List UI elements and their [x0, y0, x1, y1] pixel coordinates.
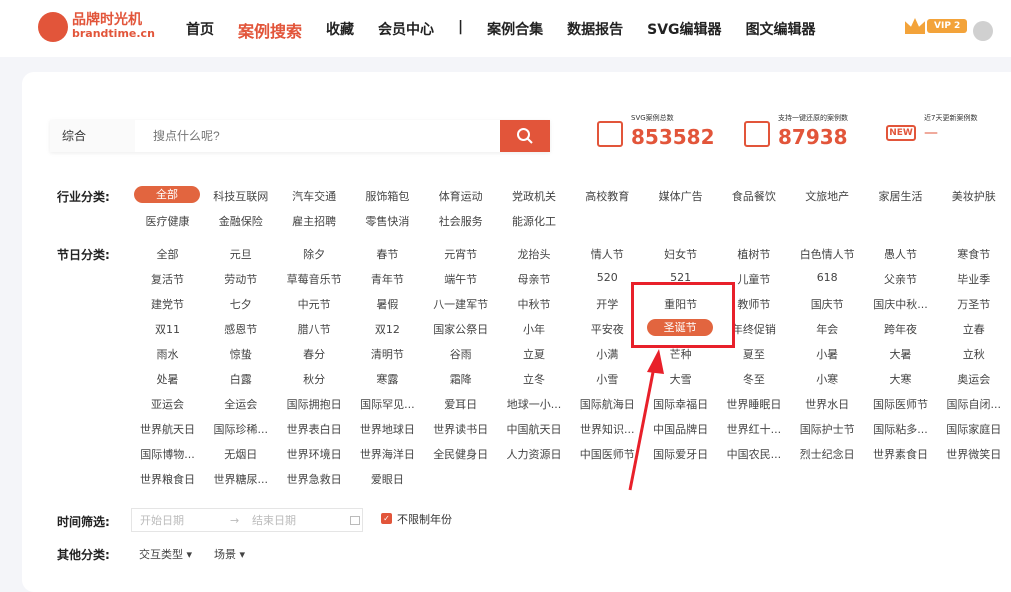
annotation-arrow-icon: [628, 349, 664, 491]
